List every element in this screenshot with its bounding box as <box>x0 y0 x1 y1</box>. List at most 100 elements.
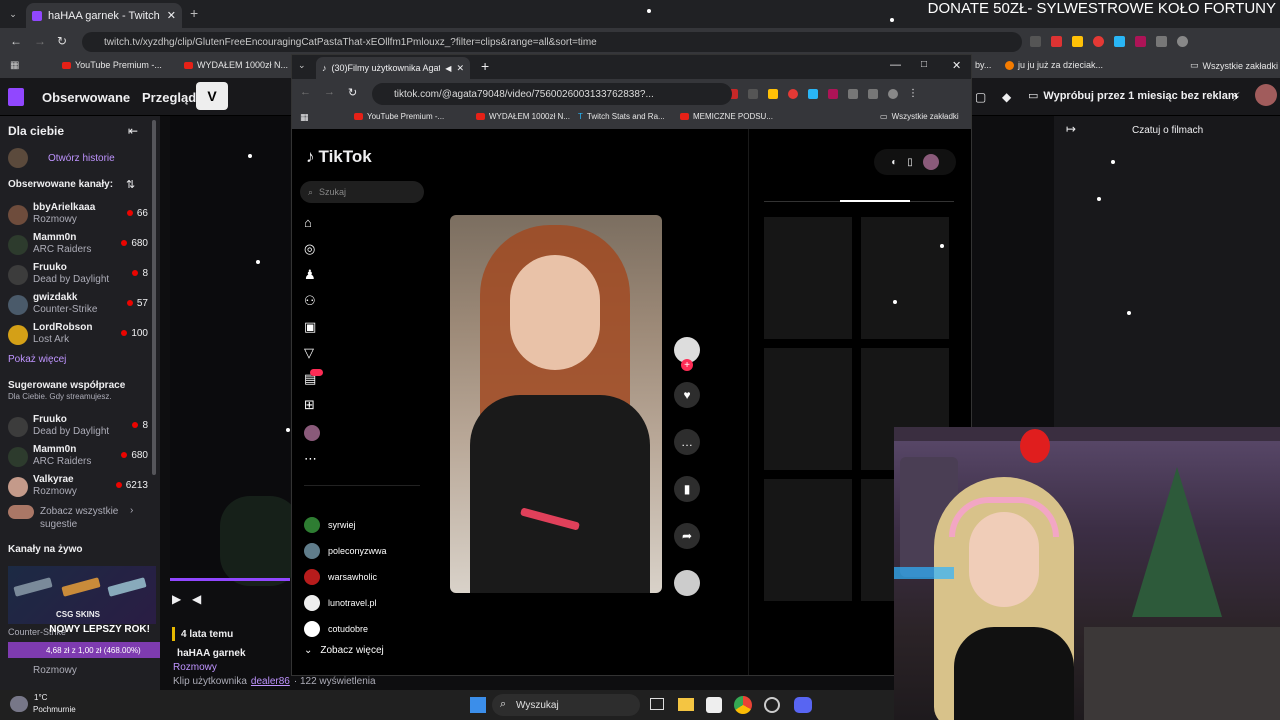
sidebar-channel[interactable]: Mamm0n ARC Raiders 680 <box>8 444 148 472</box>
video-thumbnail[interactable] <box>764 479 852 601</box>
tiktok-logo[interactable]: ♪ TikTok <box>306 147 372 167</box>
followed-account[interactable]: poleconyzwwa <box>304 543 387 559</box>
sidebar-channel[interactable]: bbyArielkaaa Rozmowy 66 <box>8 202 148 230</box>
messages-icon[interactable]: ▽ <box>304 345 320 361</box>
clip-progress-bar[interactable] <box>170 578 290 581</box>
explore-icon[interactable]: ◎ <box>304 241 320 257</box>
sidebar-channel[interactable]: LordRobson Lost Ark 100 <box>8 322 148 350</box>
user-avatar[interactable] <box>1255 84 1277 106</box>
extension-icon[interactable] <box>748 89 758 99</box>
extensions-puzzle-icon[interactable] <box>1156 36 1167 47</box>
expand-panel-icon[interactable]: ↦ <box>1066 122 1076 136</box>
following-icon[interactable]: ♟ <box>304 267 320 283</box>
extension-icon[interactable] <box>788 89 798 99</box>
weather-cloud-icon[interactable] <box>10 696 28 712</box>
extension-icon[interactable] <box>828 89 838 99</box>
extension-icon[interactable] <box>1072 36 1083 47</box>
like-heart-icon[interactable]: ♥ <box>674 382 700 408</box>
more-icon[interactable]: ⋯ <box>304 451 320 467</box>
taskbar-search[interactable]: ⌕ Wyszukaj <box>492 694 640 716</box>
device-icon[interactable]: ▯ <box>907 157 913 168</box>
new-tab-button[interactable]: + <box>481 58 489 74</box>
sidebar-channel[interactable]: Valkyrae Rozmowy 6213 <box>8 474 148 502</box>
all-bookmarks[interactable]: ▭ Wszystkie zakładki <box>880 112 959 121</box>
open-history-link[interactable]: Otwórz historie <box>48 153 115 164</box>
tiktok-video[interactable] <box>450 215 662 593</box>
back-icon[interactable]: ← <box>10 34 22 48</box>
new-tab-button[interactable]: + <box>190 5 198 21</box>
see-all-suggestions[interactable]: Zobacz wszystkie sugestie › <box>8 505 148 531</box>
save-bookmark-icon[interactable]: ▮ <box>674 476 700 502</box>
music-disc-icon[interactable] <box>674 570 700 596</box>
bookmark-youtube[interactable]: YouTube Premium -... <box>354 112 444 121</box>
live-icon[interactable]: ▣ <box>304 319 320 335</box>
reload-icon[interactable]: ↻ <box>57 34 67 48</box>
collapse-sidebar-icon[interactable]: ⇤ <box>128 124 138 138</box>
minimize-icon[interactable]: — <box>890 59 901 71</box>
sidebar-channel[interactable]: Fruuko Dead by Daylight 8 <box>8 414 148 442</box>
profile-avatar[interactable] <box>922 154 939 170</box>
bookmark-wydalem[interactable]: WYDAŁEM 1000zł N... <box>476 112 570 121</box>
clip-category-link[interactable]: Rozmowy <box>173 662 217 673</box>
store-icon[interactable] <box>706 697 722 713</box>
sidebar-channel[interactable]: Fruuko Dead by Daylight 8 <box>8 262 148 290</box>
bookmark-twitch-stats[interactable]: T Twitch Stats and Ra... <box>578 112 665 121</box>
discord-icon[interactable] <box>794 697 812 713</box>
audio-playing-icon[interactable]: ◀ <box>445 64 451 73</box>
extension-icon[interactable] <box>1093 36 1104 47</box>
apps-grid-icon[interactable]: ▦ <box>300 112 309 123</box>
outer-tab-twitch[interactable]: haHAA garnek - Twitch ✕ <box>26 3 182 28</box>
coins-icon[interactable]: ◐ <box>891 157 897 168</box>
windows-start-icon[interactable] <box>470 697 486 713</box>
bookmark-partial[interactable]: by... <box>975 60 991 70</box>
profile-avatar[interactable] <box>888 89 898 99</box>
tab-search-icon[interactable]: ⌄ <box>298 60 306 71</box>
bookmark-ju[interactable]: ju ju już za dzieciak... <box>1005 60 1103 70</box>
sidebar-scrollbar[interactable] <box>152 120 156 475</box>
inner-tab-tiktok[interactable]: ♪ (30)Filmy użytkownika Agat ◀ ✕ <box>316 57 470 79</box>
follow-plus-icon[interactable]: + <box>681 359 693 371</box>
extension-icon[interactable] <box>1030 36 1041 47</box>
followed-account[interactable]: syrwiej <box>304 517 356 533</box>
extension-logo-icon[interactable]: V <box>196 82 228 110</box>
sort-icon[interactable]: ⇅ <box>126 178 135 191</box>
apps-grid-icon[interactable]: ▦ <box>10 60 19 71</box>
sidebar-channel[interactable]: gwizdakk Counter-Strike 57 <box>8 292 148 320</box>
menu-kebab-icon[interactable]: ⋮ <box>908 89 918 100</box>
tab-search-icon[interactable]: ⌄ <box>6 7 20 21</box>
extension-icon[interactable] <box>1114 36 1125 47</box>
all-bookmarks[interactable]: ▭ Wszystkie zakładki <box>1190 60 1278 71</box>
back-icon[interactable]: ← <box>300 86 311 98</box>
file-explorer-icon[interactable] <box>678 698 694 711</box>
clip-author-link[interactable]: dealer86 <box>251 676 290 687</box>
no-ads-promo-button[interactable]: ▭ Wypróbuj przez 1 miesiąc bez reklam <box>1028 89 1238 103</box>
extension-icon[interactable] <box>768 89 778 99</box>
video-thumbnail[interactable] <box>764 217 852 339</box>
outer-address-bar[interactable]: twitch.tv/xyzdhg/clip/GlutenFreeEncourag… <box>82 32 1022 52</box>
app-icon[interactable] <box>764 697 780 713</box>
forward-icon[interactable]: → <box>34 34 46 48</box>
bookmark-memiczne[interactable]: MEMICZNE PODSU... <box>680 112 773 121</box>
reading-list-icon[interactable] <box>868 89 878 99</box>
nav-followed[interactable]: Obserwowane <box>42 90 130 105</box>
extension-icon[interactable] <box>1051 36 1062 47</box>
video-thumbnail[interactable] <box>861 217 949 339</box>
forward-icon[interactable]: → <box>324 86 335 98</box>
comment-icon[interactable]: … <box>674 429 700 455</box>
home-icon[interactable]: ⌂ <box>304 215 320 231</box>
nav-browse[interactable]: Przegląda <box>142 90 203 105</box>
video-thumbnail[interactable] <box>764 348 852 470</box>
friends-icon[interactable]: ⚇ <box>304 293 320 309</box>
maximize-icon[interactable]: □ <box>921 59 927 70</box>
tiktok-search-input[interactable]: ⌕ Szukaj <box>300 181 424 203</box>
bookmark-youtube[interactable]: YouTube Premium -... <box>62 60 162 70</box>
extensions-puzzle-icon[interactable] <box>848 89 858 99</box>
close-tab-icon[interactable]: ✕ <box>456 63 464 74</box>
inner-address-bar[interactable]: tiktok.com/@agata79048/video/75600260031… <box>372 83 732 105</box>
share-icon[interactable]: ➦ <box>674 523 700 549</box>
followed-account[interactable]: lunotravel.pl <box>304 595 377 611</box>
followed-account[interactable]: warsawholic <box>304 569 377 585</box>
bits-icon[interactable]: ⚡ <box>1232 90 1240 104</box>
profile-avatar[interactable] <box>1177 36 1188 47</box>
see-more-accounts[interactable]: ⌄ Zobacz więcej <box>304 645 384 656</box>
